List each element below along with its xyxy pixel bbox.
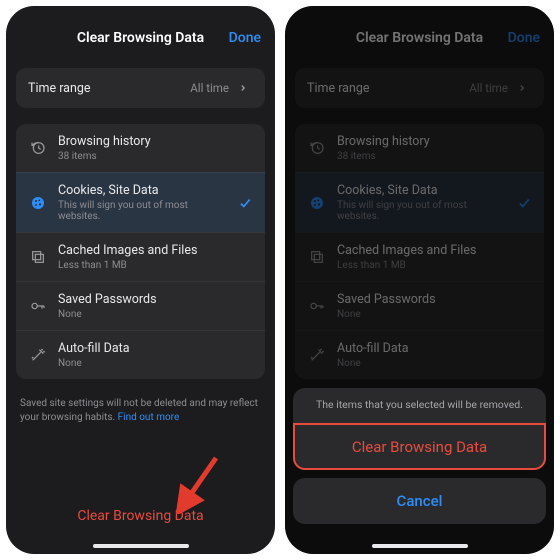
page-title: Clear Browsing Data bbox=[77, 30, 204, 46]
key-icon bbox=[307, 296, 327, 316]
item-title: Saved Passwords bbox=[337, 292, 532, 307]
list-item[interactable]: Cached Images and Files Less than 1 MB bbox=[16, 232, 265, 281]
modal-header: Clear Browsing Data Done bbox=[6, 16, 275, 60]
list-item[interactable]: Browsing history 38 items bbox=[16, 124, 265, 172]
time-range-value-wrap: All time bbox=[190, 78, 253, 98]
item-title: Cookies, Site Data bbox=[337, 183, 506, 198]
item-subtitle: 38 items bbox=[58, 151, 253, 162]
time-range-row[interactable]: Time range All time bbox=[295, 68, 544, 108]
clear-browsing-data-button[interactable]: Clear Browsing Data bbox=[6, 490, 275, 554]
time-range-group: Time range All time bbox=[295, 68, 544, 108]
time-range-value-wrap: All time bbox=[469, 78, 532, 98]
time-range-label: Time range bbox=[307, 81, 459, 96]
clear-label: Clear Browsing Data bbox=[77, 508, 203, 524]
checkmark-icon bbox=[516, 195, 532, 211]
item-subtitle: 38 items bbox=[337, 151, 532, 162]
sheet-message: The items that you selected will be remo… bbox=[293, 388, 546, 423]
cookie-icon bbox=[307, 193, 327, 213]
item-subtitle: This will sign you out of most websites. bbox=[337, 200, 506, 222]
item-subtitle: Less than 1 MB bbox=[58, 260, 253, 271]
phone-left: Clear Browsing Data Done Time range All … bbox=[6, 6, 275, 554]
list-item[interactable]: Cached Images and Files Less than 1 MB bbox=[295, 232, 544, 281]
item-title: Auto-fill Data bbox=[337, 341, 532, 356]
cache-icon bbox=[307, 247, 327, 267]
key-icon bbox=[28, 296, 48, 316]
item-subtitle: None bbox=[337, 358, 532, 369]
cookie-icon bbox=[28, 193, 48, 213]
item-subtitle: Less than 1 MB bbox=[337, 260, 532, 271]
item-title: Cached Images and Files bbox=[58, 243, 253, 258]
time-range-value: All time bbox=[190, 81, 229, 95]
data-types-group: Browsing history 38 items Cookies, Site … bbox=[295, 124, 544, 379]
sheet-clear-button[interactable]: Clear Browsing Data bbox=[293, 423, 546, 470]
list-item[interactable]: Saved Passwords None bbox=[295, 281, 544, 330]
done-button[interactable]: Done bbox=[508, 30, 540, 46]
item-subtitle: This will sign you out of most websites. bbox=[58, 200, 227, 222]
footnote: Saved site settings will not be deleted … bbox=[20, 397, 261, 424]
autofill-icon bbox=[307, 345, 327, 365]
data-types-group: Browsing history 38 items Cookies, Site … bbox=[16, 124, 265, 379]
list-item[interactable]: Cookies, Site Data This will sign you ou… bbox=[295, 172, 544, 232]
phone-right: Clear Browsing Data Done Time range All … bbox=[285, 6, 554, 554]
find-out-more-link[interactable]: Find out more bbox=[118, 412, 180, 423]
chevron-right-icon bbox=[233, 78, 253, 98]
item-subtitle: None bbox=[58, 309, 253, 320]
done-button[interactable]: Done bbox=[229, 30, 261, 46]
item-title: Saved Passwords bbox=[58, 292, 253, 307]
sheet-cancel-button[interactable]: Cancel bbox=[293, 478, 546, 524]
modal-header: Clear Browsing Data Done bbox=[285, 16, 554, 60]
list-item[interactable]: Saved Passwords None bbox=[16, 281, 265, 330]
action-sheet: The items that you selected will be remo… bbox=[285, 380, 554, 554]
item-title: Browsing history bbox=[337, 134, 532, 149]
item-subtitle: None bbox=[337, 309, 532, 320]
item-title: Cached Images and Files bbox=[337, 243, 532, 258]
list-item[interactable]: Cookies, Site Data This will sign you ou… bbox=[16, 172, 265, 232]
time-range-value: All time bbox=[469, 81, 508, 95]
history-icon bbox=[307, 138, 327, 158]
history-icon bbox=[28, 138, 48, 158]
time-range-row[interactable]: Time range All time bbox=[16, 68, 265, 108]
autofill-icon bbox=[28, 345, 48, 365]
list-item[interactable]: Auto-fill Data None bbox=[16, 330, 265, 379]
time-range-group: Time range All time bbox=[16, 68, 265, 108]
home-indicator bbox=[93, 544, 189, 548]
item-title: Cookies, Site Data bbox=[58, 183, 227, 198]
home-indicator bbox=[372, 544, 468, 548]
screenshot-pair: Clear Browsing Data Done Time range All … bbox=[0, 0, 560, 560]
list-item[interactable]: Auto-fill Data None bbox=[295, 330, 544, 379]
item-title: Browsing history bbox=[58, 134, 253, 149]
cache-icon bbox=[28, 247, 48, 267]
item-title: Auto-fill Data bbox=[58, 341, 253, 356]
time-range-label: Time range bbox=[28, 81, 180, 96]
item-subtitle: None bbox=[58, 358, 253, 369]
page-title: Clear Browsing Data bbox=[356, 30, 483, 46]
checkmark-icon bbox=[237, 195, 253, 211]
list-item[interactable]: Browsing history 38 items bbox=[295, 124, 544, 172]
chevron-right-icon bbox=[512, 78, 532, 98]
